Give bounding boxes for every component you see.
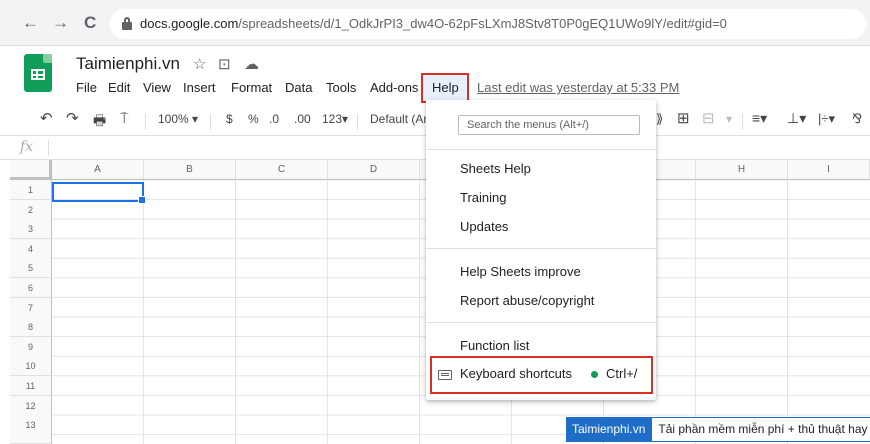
search-menus-input[interactable]: Search the menus (Alt+/) [458, 115, 640, 135]
move-to-folder-icon[interactable]: ⊡ [218, 55, 231, 73]
keyboard-icon [438, 370, 452, 380]
text-wrap-icon[interactable]: |÷▾ [818, 111, 835, 127]
menu-insert[interactable]: Insert [183, 80, 216, 95]
last-edit-link[interactable]: Last edit was yesterday at 5:33 PM [477, 80, 679, 95]
sheets-logo-icon[interactable] [24, 54, 52, 92]
menu-edit[interactable]: Edit [108, 80, 130, 95]
address-bar[interactable]: docs.google.com/spreadsheets/d/1_OdkJrPI… [110, 9, 866, 39]
menu-item-updates[interactable]: Updates [460, 219, 508, 234]
fill-color-icon[interactable]: ⟫ [656, 111, 663, 127]
zoom-select[interactable]: 100% ▾ [158, 112, 198, 126]
url-path: /spreadsheets/d/1_OdkJrPI3_dw4O-62pFsLXm… [238, 16, 727, 31]
reload-icon[interactable]: C [84, 14, 96, 32]
menu-format[interactable]: Format [231, 80, 272, 95]
more-formats-select[interactable]: 123▾ [322, 112, 348, 126]
column-header-b[interactable]: B [144, 160, 236, 180]
menu-item-function-list[interactable]: Function list [460, 338, 529, 353]
selected-cell-a1[interactable] [52, 182, 146, 204]
column-header-i[interactable]: I [788, 160, 870, 180]
column-header-c[interactable]: C [236, 160, 328, 180]
fx-icon: fx [20, 139, 34, 155]
vertical-align-glyph: ⊥ [787, 110, 800, 126]
formula-divider [48, 140, 49, 156]
row-header[interactable]: 12 [10, 396, 52, 416]
menu-item-sheets-help[interactable]: Sheets Help [460, 161, 531, 176]
menu-item-report-abuse[interactable]: Report abuse/copyright [460, 293, 594, 308]
decrease-decimal-button[interactable]: .0 [269, 112, 279, 126]
row-header[interactable]: 5 [10, 258, 52, 278]
menu-item-help-sheets-improve[interactable]: Help Sheets improve [460, 264, 581, 279]
font-select[interactable]: Default (Ari [370, 112, 430, 126]
row-header[interactable]: 10 [10, 356, 52, 376]
banner-brand: Taimienphi.vn [566, 417, 652, 442]
vertical-align-icon[interactable]: ⊥▾ [787, 110, 806, 127]
currency-button[interactable]: $ [226, 112, 233, 126]
merge-cells-icon[interactable]: ⊟ [702, 109, 715, 127]
document-title[interactable]: Taimienphi.vn [76, 54, 180, 74]
menu-help[interactable]: Help [432, 80, 459, 95]
text-wrap-glyph: |÷ [818, 111, 829, 126]
column-header-h[interactable]: H [696, 160, 788, 180]
row-header[interactable]: 4 [10, 239, 52, 259]
more-formats-label: 123 [322, 112, 343, 126]
menu-divider [426, 322, 656, 323]
star-icon[interactable]: ☆ [193, 55, 206, 73]
help-dropdown-menu: Search the menus (Alt+/) Sheets Help Tra… [426, 100, 656, 400]
row-header[interactable]: 11 [10, 376, 52, 396]
horizontal-align-glyph: ≡ [752, 110, 761, 126]
row-header[interactable]: 7 [10, 298, 52, 318]
toolbar-divider [145, 114, 146, 130]
menu-addons[interactable]: Add-ons [370, 80, 418, 95]
percent-button[interactable]: % [248, 112, 259, 126]
back-icon[interactable]: ← [22, 14, 39, 32]
row-header[interactable]: 2 [10, 200, 52, 220]
toolbar-divider [357, 114, 358, 130]
row-header[interactable]: 6 [10, 278, 52, 298]
new-indicator-dot [591, 371, 598, 378]
borders-icon[interactable]: ⊞ [677, 109, 690, 127]
column-header-a[interactable]: A [52, 160, 144, 180]
toolbar-divider [210, 114, 211, 130]
redo-icon[interactable]: ↷ [66, 109, 79, 127]
keyboard-shortcut-hint: Ctrl+/ [606, 366, 638, 381]
url-domain: docs.google.com [140, 16, 239, 31]
menu-tools[interactable]: Tools [326, 80, 356, 95]
menu-file[interactable]: File [76, 80, 97, 95]
undo-icon[interactable]: ↶ [40, 109, 53, 127]
row-header[interactable]: 13 [10, 415, 52, 444]
menu-view[interactable]: View [143, 80, 171, 95]
watermark-banner: Taimienphi.vn Tải phần mềm miễn phí + th… [566, 417, 870, 442]
merge-dropdown-icon[interactable]: ▾ [726, 112, 732, 126]
menu-divider [426, 248, 656, 249]
menu-item-training[interactable]: Training [460, 190, 506, 205]
paint-format-icon[interactable]: ⍑ [120, 110, 128, 127]
text-rotation-icon[interactable]: ⅋ [852, 111, 862, 127]
zoom-value: 100% [158, 112, 189, 126]
row-header[interactable]: 3 [10, 219, 52, 239]
menu-divider [426, 149, 656, 150]
column-header-d[interactable]: D [328, 160, 420, 180]
select-all-corner[interactable] [10, 160, 52, 180]
browser-toolbar: ← → C docs.google.com/spreadsheets/d/1_O… [0, 0, 870, 46]
url-text: docs.google.com/spreadsheets/d/1_OdkJrPI… [140, 16, 727, 31]
row-header[interactable]: 9 [10, 337, 52, 357]
lock-icon [122, 17, 132, 30]
forward-icon[interactable]: → [52, 14, 69, 32]
print-icon[interactable]: 🖶 [93, 110, 106, 134]
banner-tagline: Tải phần mềm miễn phí + thủ thuật hay [651, 417, 870, 442]
row-header[interactable]: 1 [10, 180, 52, 200]
menu-data[interactable]: Data [285, 80, 312, 95]
row-header[interactable]: 8 [10, 317, 52, 337]
toolbar-divider [742, 114, 743, 130]
horizontal-align-icon[interactable]: ≡▾ [752, 110, 767, 127]
cloud-status-icon[interactable]: ☁ [244, 55, 259, 73]
increase-decimal-button[interactable]: .00 [294, 112, 311, 126]
